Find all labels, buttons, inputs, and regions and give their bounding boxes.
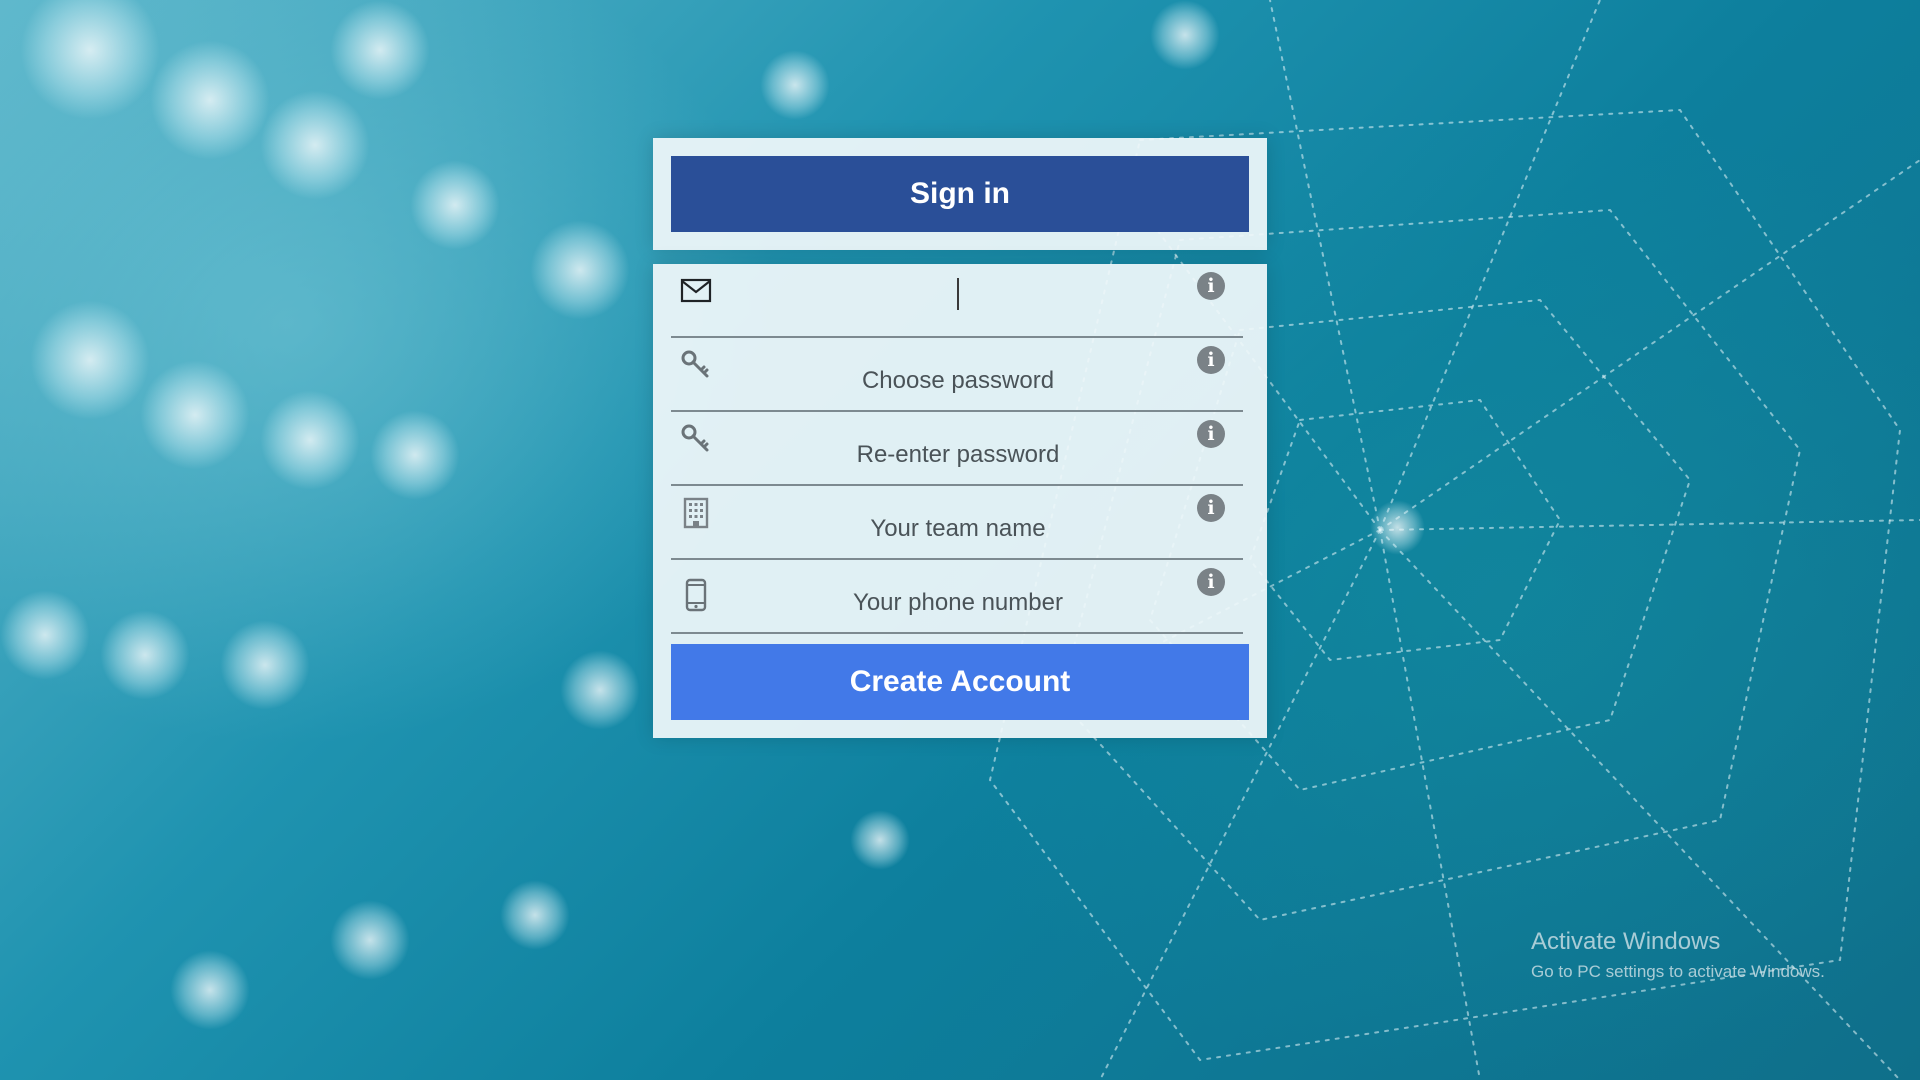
info-icon[interactable]: i — [1197, 568, 1225, 596]
create-account-button[interactable]: Create Account — [671, 644, 1249, 720]
watermark-subtitle: Go to PC settings to activate Windows. — [1531, 962, 1825, 981]
watermark-title: Activate Windows — [1531, 928, 1721, 955]
reenter-password-field-row: i — [671, 412, 1243, 486]
info-icon[interactable]: i — [1197, 346, 1225, 374]
signup-form: i i i i i Create Account — [653, 264, 1267, 738]
phone-number-input[interactable] — [731, 582, 1185, 624]
activate-windows-watermark: Activate Windows Go to PC settings to ac… — [1531, 928, 1825, 982]
choose-password-input[interactable] — [731, 360, 1185, 402]
info-icon[interactable]: i — [1197, 420, 1225, 448]
team-name-input[interactable] — [731, 508, 1185, 550]
email-field-row: i — [671, 264, 1243, 338]
phone-field-row: i — [671, 560, 1243, 634]
envelope-icon — [679, 274, 713, 308]
key-icon — [679, 348, 713, 382]
key-icon — [679, 422, 713, 456]
mobile-phone-icon — [679, 578, 713, 612]
team-name-field-row: i — [671, 486, 1243, 560]
signin-panel: Sign in — [653, 138, 1267, 250]
reenter-password-input[interactable] — [731, 434, 1185, 476]
password-field-row: i — [671, 338, 1243, 412]
building-icon — [679, 496, 713, 530]
info-icon[interactable]: i — [1197, 494, 1225, 522]
text-cursor — [957, 278, 959, 310]
sign-in-button[interactable]: Sign in — [671, 156, 1249, 232]
info-icon[interactable]: i — [1197, 272, 1225, 300]
